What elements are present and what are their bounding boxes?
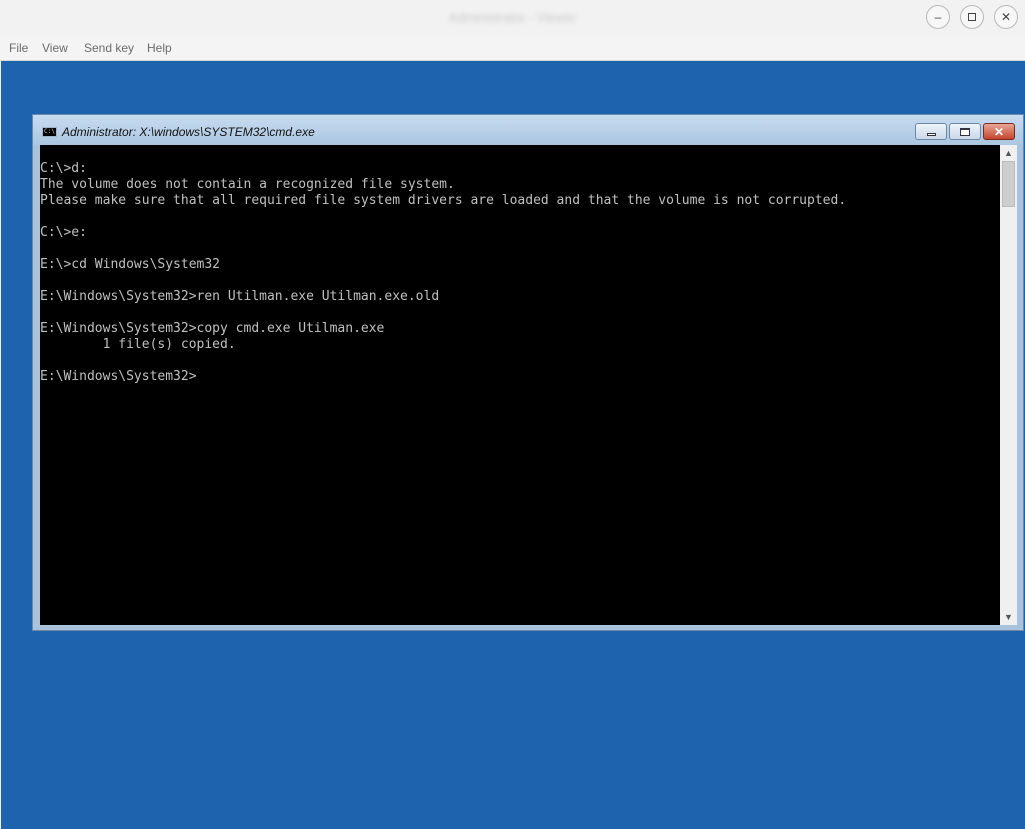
menu-file[interactable]: File — [9, 41, 28, 55]
console-line: C:\>e: — [40, 225, 87, 240]
console-line: E:\Windows\System32> — [40, 369, 197, 384]
console-text: C:\>d: The volume does not contain a rec… — [40, 145, 1000, 385]
cmd-window-title: Administrator: X:\windows\SYSTEM32\cmd.e… — [62, 125, 315, 139]
console-line: E:\Windows\System32>ren Utilman.exe Util… — [40, 289, 440, 304]
restore-icon — [960, 127, 970, 136]
menu-view[interactable]: View — [42, 41, 68, 55]
host-window-title: Administrator - Viewer — [448, 10, 577, 25]
console-line: Please make sure that all required file … — [40, 193, 847, 208]
close-icon: ✕ — [1000, 10, 1012, 24]
scroll-thumb[interactable] — [1002, 161, 1015, 207]
cmd-app-icon[interactable]: C:\ — [42, 127, 57, 137]
cmd-window[interactable]: C:\ Administrator: X:\windows\SYSTEM32\c… — [32, 114, 1024, 631]
console-line: The volume does not contain a recognized… — [40, 177, 455, 192]
cmd-titlebar[interactable]: C:\ Administrator: X:\windows\SYSTEM32\c… — [33, 115, 1023, 145]
console-line: E:\>cd Windows\System32 — [40, 257, 221, 272]
console-line: C:\>d: — [40, 161, 87, 176]
menu-send-key[interactable]: Send key — [84, 41, 134, 55]
chevron-up-icon: ▲ — [1004, 148, 1013, 158]
host-titlebar: Administrator - Viewer – ✕ — [0, 0, 1025, 36]
cmd-minimize-button[interactable] — [915, 123, 947, 140]
scroll-down-button[interactable]: ▼ — [1000, 609, 1017, 625]
close-icon: ✕ — [993, 124, 1005, 139]
host-close-button[interactable]: ✕ — [994, 5, 1018, 29]
host-menubar: File View Send key Help — [0, 36, 1025, 61]
maximize-icon — [968, 13, 976, 21]
console-line: 1 file(s) copied. — [40, 337, 236, 352]
console-line: E:\Windows\System32>copy cmd.exe Utilman… — [40, 321, 385, 336]
menu-help[interactable]: Help — [147, 41, 172, 55]
minimize-icon: – — [934, 10, 942, 24]
chevron-down-icon: ▼ — [1004, 612, 1013, 622]
scroll-up-button[interactable]: ▲ — [1000, 145, 1017, 161]
minimize-icon — [926, 132, 936, 136]
host-maximize-button[interactable] — [960, 5, 984, 29]
console-output[interactable]: C:\>d: The volume does not contain a rec… — [40, 145, 1000, 625]
cmd-close-button[interactable]: ✕ — [983, 123, 1015, 140]
host-minimize-button[interactable]: – — [926, 5, 950, 29]
console-scrollbar[interactable]: ▲ ▼ — [1000, 145, 1017, 625]
cmd-restore-button[interactable] — [949, 123, 981, 140]
